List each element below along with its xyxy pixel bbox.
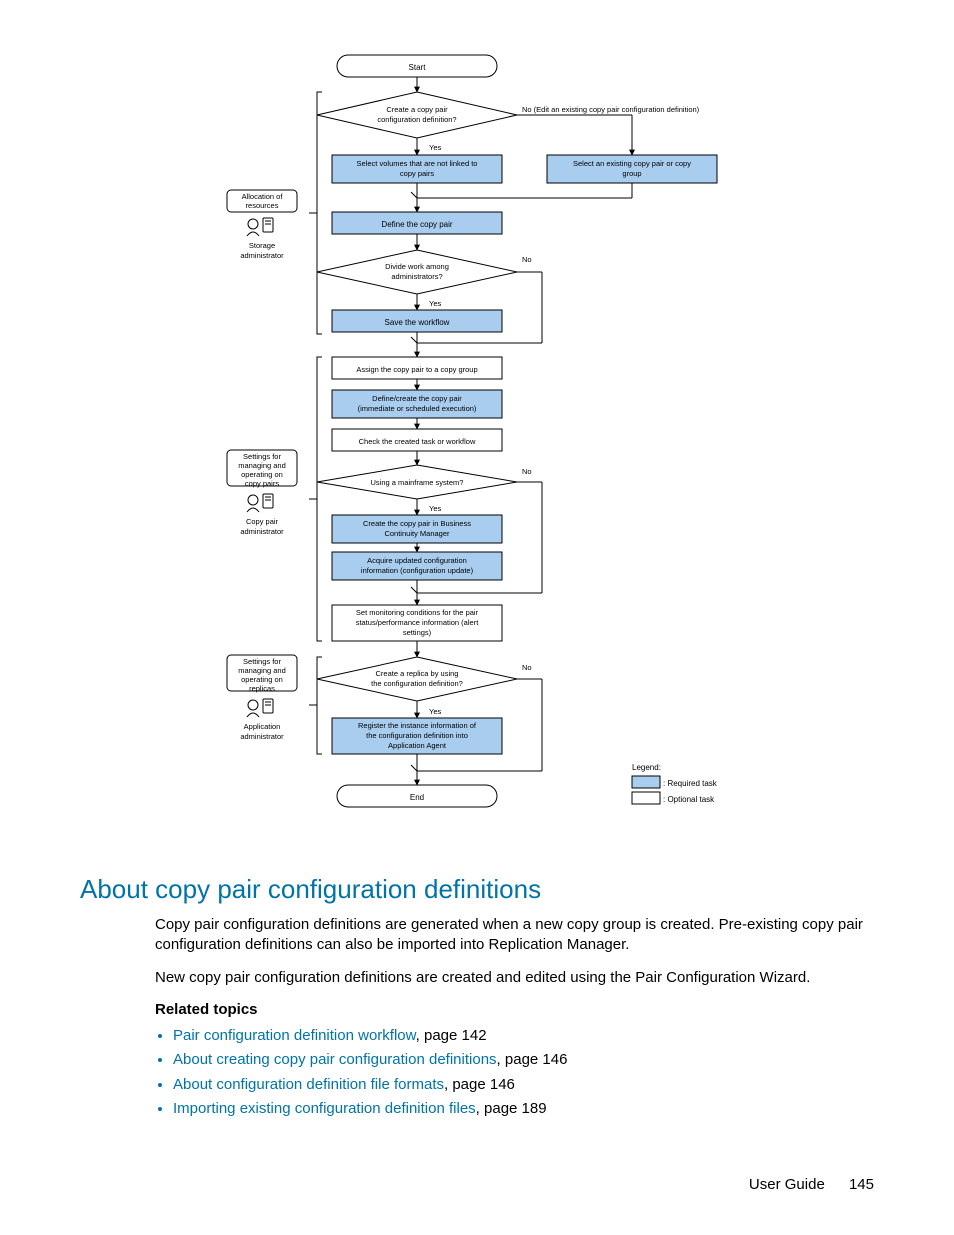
svg-text:operating on: operating on <box>241 470 283 479</box>
svg-text:replicas: replicas <box>249 684 275 693</box>
section-heading: About copy pair configuration definition… <box>80 874 874 905</box>
svg-text:resources: resources <box>246 201 279 210</box>
svg-text:Yes: Yes <box>429 707 441 716</box>
page-footer: User Guide 145 <box>749 1176 874 1193</box>
svg-text:Set monitoring conditions for: Set monitoring conditions for the pair <box>356 608 479 617</box>
start-label: Start <box>409 63 427 72</box>
link-text[interactable]: About configuration definition file form… <box>173 1076 444 1093</box>
svg-text:administrator: administrator <box>240 527 284 536</box>
svg-text:Create a replica by using: Create a replica by using <box>376 669 459 678</box>
related-link: Pair configuration definition workflow, … <box>173 1026 874 1046</box>
svg-text:Copy pair: Copy pair <box>246 517 279 526</box>
svg-text:Select an existing copy pair o: Select an existing copy pair or copy <box>573 159 691 168</box>
footer-label: User Guide <box>749 1176 825 1193</box>
svg-text:Storage: Storage <box>249 241 275 250</box>
svg-text:copy pairs: copy pairs <box>245 479 279 488</box>
svg-text:settings): settings) <box>403 628 432 637</box>
svg-text:administrator: administrator <box>240 732 284 741</box>
no-branch-detail: No (Edit an existing copy pair configura… <box>522 105 700 114</box>
link-text[interactable]: Importing existing configuration definit… <box>173 1100 476 1117</box>
svg-text:Create the copy pair in Busine: Create the copy pair in Business <box>363 519 471 528</box>
svg-text:Settings for: Settings for <box>243 657 281 666</box>
svg-text:administrator: administrator <box>240 251 284 260</box>
svg-text:the configuration definition?: the configuration definition? <box>371 679 463 688</box>
svg-text:Allocation of: Allocation of <box>242 192 284 201</box>
link-text[interactable]: Pair configuration definition workflow <box>173 1027 416 1044</box>
svg-text:Define/create the copy pair: Define/create the copy pair <box>372 394 462 403</box>
svg-text:: Required task: : Required task <box>663 779 718 788</box>
svg-text:Acquire updated configuration: Acquire updated configuration <box>367 556 467 565</box>
svg-text:Settings for: Settings for <box>243 452 281 461</box>
paragraph-2: New copy pair configuration definitions … <box>155 968 874 988</box>
svg-text:No: No <box>522 467 532 476</box>
svg-text:the configuration definition i: the configuration definition into <box>366 731 468 740</box>
svg-text:Divide work among: Divide work among <box>385 262 449 271</box>
end-label: End <box>410 793 424 802</box>
svg-text:Using a mainframe system?: Using a mainframe system? <box>371 478 464 487</box>
svg-text:Application: Application <box>244 722 281 731</box>
svg-text:status/performance information: status/performance information (alert <box>356 618 479 627</box>
related-topics-heading: Related topics <box>155 1000 874 1020</box>
svg-text:Save the workflow: Save the workflow <box>385 318 450 327</box>
svg-text:administrators?: administrators? <box>391 272 442 281</box>
related-links-list: Pair configuration definition workflow, … <box>173 1026 874 1119</box>
svg-text:copy pairs: copy pairs <box>400 169 434 178</box>
related-link: About creating copy pair configuration d… <box>173 1050 874 1070</box>
footer-page-number: 145 <box>849 1176 874 1193</box>
svg-text:managing and: managing and <box>238 666 286 675</box>
svg-text:Create a copy pair: Create a copy pair <box>386 105 448 114</box>
svg-text:information (configuration upd: information (configuration update) <box>361 566 474 575</box>
related-link: About configuration definition file form… <box>173 1075 874 1095</box>
svg-text:Assign the copy pair to a copy: Assign the copy pair to a copy group <box>356 365 477 374</box>
svg-text:Continuity Manager: Continuity Manager <box>384 529 450 538</box>
svg-text:No: No <box>522 255 532 264</box>
svg-text:Select volumes that are not li: Select volumes that are not linked to <box>357 159 478 168</box>
svg-text:(immediate or scheduled execut: (immediate or scheduled execution) <box>358 404 477 413</box>
svg-text:Register the instance informat: Register the instance information of <box>358 721 477 730</box>
svg-text:Define the copy pair: Define the copy pair <box>381 220 452 229</box>
svg-text:Check the created task or work: Check the created task or workflow <box>359 437 476 446</box>
svg-text:Yes: Yes <box>429 504 441 513</box>
svg-text:operating on: operating on <box>241 675 283 684</box>
svg-text:Yes: Yes <box>429 143 441 152</box>
svg-text:configuration definition?: configuration definition? <box>377 115 456 124</box>
flowchart-diagram: Start Create a copy pair configuration d… <box>80 50 874 850</box>
svg-text:Yes: Yes <box>429 299 441 308</box>
paragraph-1: Copy pair configuration definitions are … <box>155 915 874 956</box>
svg-text:Application Agent: Application Agent <box>388 741 447 750</box>
related-link: Importing existing configuration definit… <box>173 1099 874 1119</box>
svg-text:No: No <box>522 663 532 672</box>
svg-text:managing and: managing and <box>238 461 286 470</box>
link-text[interactable]: About creating copy pair configuration d… <box>173 1051 497 1068</box>
legend-title: Legend: <box>632 763 661 772</box>
svg-text:: Optional task: : Optional task <box>663 795 715 804</box>
svg-text:group: group <box>622 169 641 178</box>
